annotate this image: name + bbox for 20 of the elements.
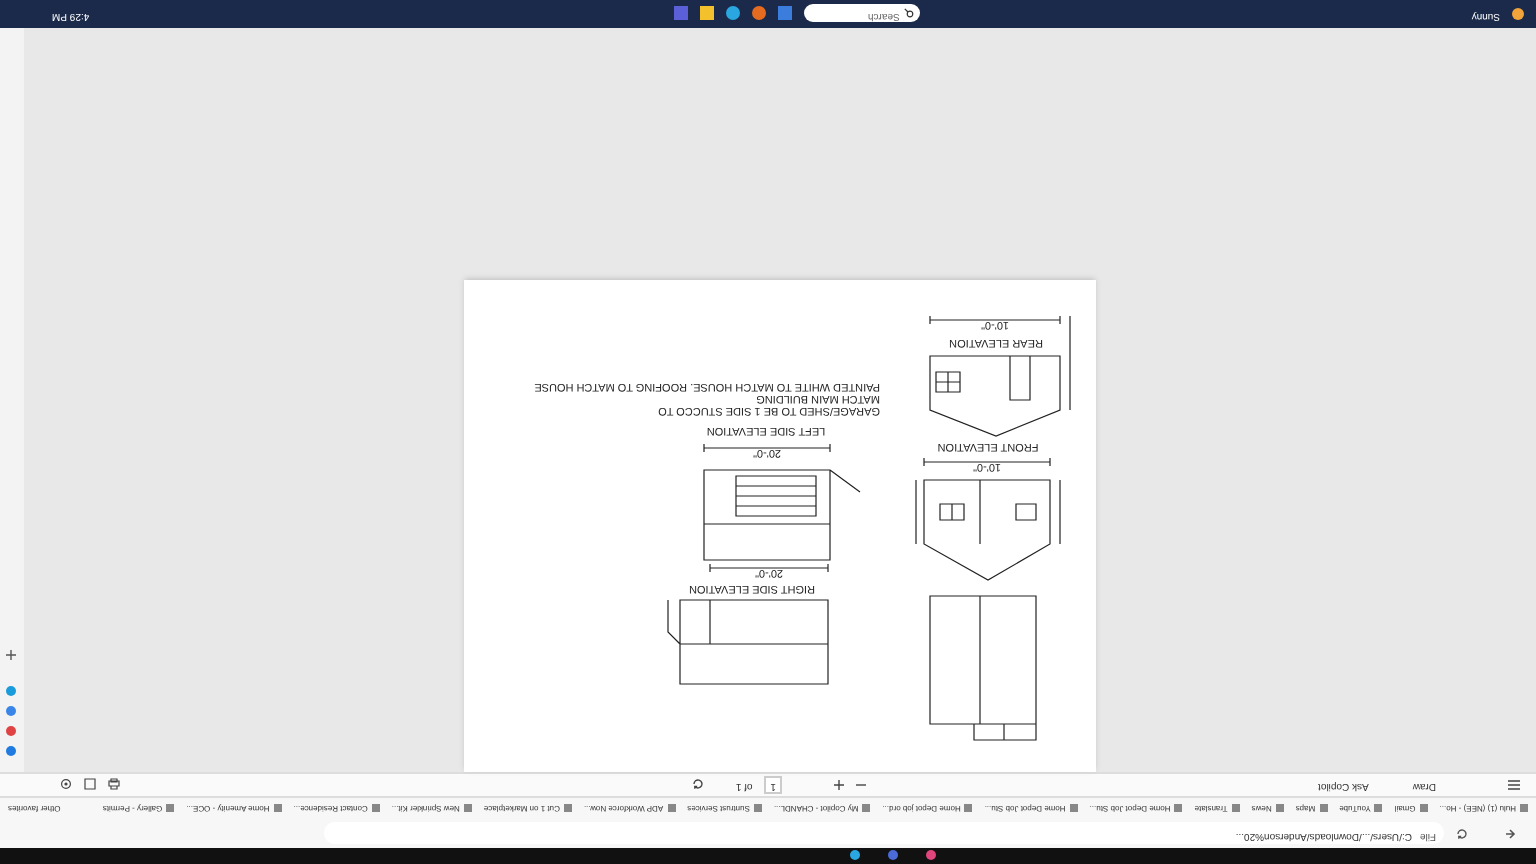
dimension-line bbox=[929, 315, 1061, 325]
search-icon bbox=[903, 9, 914, 19]
settings-icon[interactable] bbox=[59, 779, 72, 791]
plus-icon[interactable] bbox=[7, 650, 17, 660]
refresh-icon[interactable] bbox=[1456, 828, 1468, 840]
dimension-line bbox=[923, 457, 1051, 467]
rotate-icon[interactable] bbox=[691, 779, 704, 791]
zoom-in-icon[interactable] bbox=[834, 780, 845, 790]
menu-icon[interactable] bbox=[1508, 780, 1520, 790]
dimension-line bbox=[703, 443, 831, 453]
elevation-drawing bbox=[929, 315, 1071, 437]
dimension-line bbox=[709, 563, 829, 573]
save-icon[interactable] bbox=[83, 779, 96, 791]
zoom-out-icon[interactable] bbox=[856, 780, 867, 790]
back-icon[interactable] bbox=[1504, 828, 1516, 840]
print-icon[interactable] bbox=[107, 779, 120, 791]
weather-icon[interactable] bbox=[1512, 8, 1524, 20]
tab-favicon-icon[interactable] bbox=[926, 851, 936, 861]
tab-favicon-icon[interactable] bbox=[850, 851, 860, 861]
tab-favicon-icon[interactable] bbox=[888, 851, 898, 861]
